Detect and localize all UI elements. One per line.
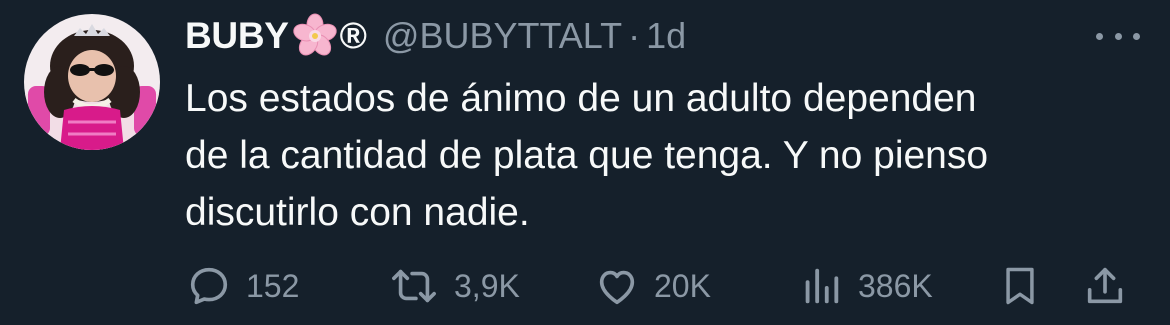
bar-chart-icon [798, 263, 844, 309]
like-count: 20K [654, 267, 711, 304]
views-button[interactable]: 386K [798, 258, 933, 314]
retweet-button[interactable]: 3,9K [388, 258, 520, 314]
view-count: 386K [858, 267, 933, 304]
retweet-arrows-icon [388, 263, 440, 309]
tweet-timestamp[interactable]: 1d [646, 15, 686, 57]
reply-count: 152 [246, 267, 300, 304]
like-button[interactable]: 20K [594, 258, 711, 314]
tweet-text: Los estados de ánimo de un adulto depend… [185, 77, 989, 234]
author-display-name[interactable]: BUBY [185, 15, 289, 57]
share-button[interactable] [1082, 258, 1128, 314]
cherry-blossom-icon [292, 13, 338, 59]
reply-button[interactable]: 152 [186, 258, 299, 314]
bookmark-icon [998, 263, 1042, 309]
tweet-actions: 152 3,9K 20K 386K [186, 258, 1136, 314]
tweet-card[interactable]: BUBY ® @BUBYTTALT · 1d Los estados de án… [0, 0, 1170, 325]
author-handle[interactable]: @BUBYTTALT [383, 15, 622, 57]
share-upload-icon [1082, 263, 1128, 309]
author-avatar[interactable] [24, 14, 160, 150]
registered-mark: ® [339, 15, 367, 56]
header-separator: · [628, 15, 641, 56]
more-horizontal-icon[interactable] [1096, 26, 1140, 46]
heart-icon [594, 263, 640, 309]
retweet-count: 3,9K [454, 267, 520, 304]
tweet-header: BUBY ® @BUBYTTALT · 1d [185, 6, 686, 66]
bookmark-button[interactable] [998, 258, 1042, 314]
speech-bubble-icon [186, 263, 232, 309]
